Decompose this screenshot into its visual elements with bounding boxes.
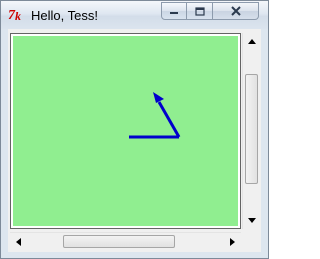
maximize-icon: [194, 6, 205, 16]
close-icon: [230, 6, 241, 16]
scroll-right-button[interactable]: [224, 233, 241, 250]
scrollbar-corner: [242, 232, 259, 249]
turtle-drawing: [129, 92, 181, 139]
arrow-up-icon: [247, 39, 256, 44]
title-bar[interactable]: 7 k Hello, Tess!: [1, 1, 268, 29]
app-window: 7 k Hello, Tess!: [0, 0, 269, 259]
horizontal-scrollbar[interactable]: [10, 232, 241, 250]
scroll-up-button[interactable]: [243, 33, 260, 50]
turtle-path-diagonal: [157, 101, 181, 138]
window-title: Hello, Tess!: [31, 8, 98, 23]
caption-buttons: [161, 2, 264, 20]
arrow-down-icon: [247, 218, 256, 223]
minimize-button[interactable]: [161, 2, 187, 20]
tk-feather-icon: 7 k: [8, 8, 21, 22]
canvas-frame: [10, 33, 241, 229]
turtle-arrow-head: [153, 92, 164, 103]
minimize-icon: [170, 12, 178, 14]
scroll-down-button[interactable]: [243, 212, 260, 229]
arrow-right-icon: [230, 237, 235, 246]
vertical-scrollbar[interactable]: [242, 33, 260, 229]
scroll-left-button[interactable]: [10, 233, 27, 250]
svg-text:k: k: [15, 9, 21, 22]
turtle-canvas[interactable]: [13, 36, 238, 226]
horizontal-scroll-thumb[interactable]: [63, 235, 175, 248]
client-area: [8, 29, 261, 252]
close-button[interactable]: [213, 2, 259, 20]
arrow-left-icon: [16, 237, 21, 246]
maximize-button[interactable]: [187, 2, 213, 20]
vertical-scroll-thumb[interactable]: [245, 74, 258, 184]
